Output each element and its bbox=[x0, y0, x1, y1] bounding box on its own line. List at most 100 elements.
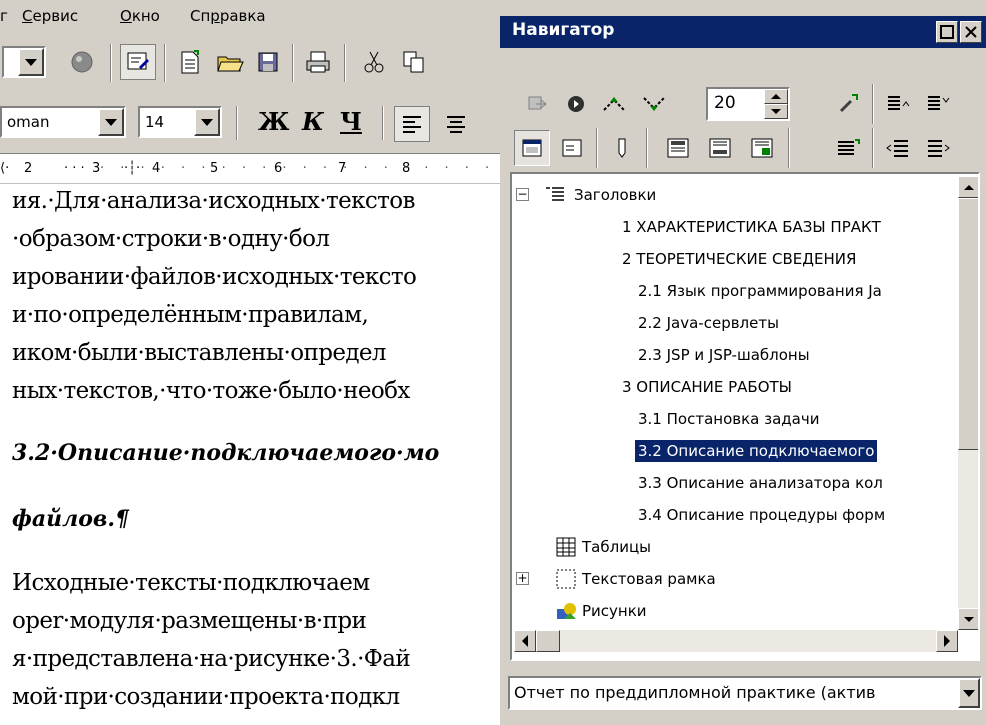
menu-item-window[interactable]: Окно bbox=[120, 7, 160, 25]
heading-levels-spinner[interactable]: 20 bbox=[706, 87, 790, 121]
scroll-left-icon[interactable] bbox=[514, 630, 536, 652]
document-line: и·по·определённым·правилам, bbox=[12, 302, 369, 328]
content-view-icon[interactable] bbox=[514, 130, 550, 166]
promote-level-icon[interactable] bbox=[880, 86, 916, 122]
open-folder-icon[interactable] bbox=[212, 44, 248, 80]
underline-button[interactable]: Ч bbox=[340, 107, 362, 136]
chevron-down-icon[interactable] bbox=[194, 108, 220, 136]
tree-item-label: 2.3 JSP и JSP-шаблоны bbox=[638, 346, 810, 364]
tree-item-heading[interactable]: 2 ТЕОРЕТИЧЕСКИЕ СВЕДЕНИЯ bbox=[622, 246, 856, 272]
save-icon[interactable] bbox=[250, 44, 286, 80]
scrollbar-thumb[interactable] bbox=[536, 630, 560, 652]
scrollbar-thumb[interactable] bbox=[958, 198, 978, 450]
footer-icon[interactable] bbox=[702, 130, 738, 166]
navigator-tree[interactable]: − Заголовки 1 ХАРАКТЕРИСТИКА БАЗЫ ПРАКТ … bbox=[510, 172, 980, 661]
tree-item-label: 1 ХАРАКТЕРИСТИКА БАЗЫ ПРАКТ bbox=[622, 218, 881, 236]
chevron-down-icon[interactable] bbox=[18, 48, 44, 76]
tree-item-label: Текстовая рамка bbox=[582, 570, 716, 588]
outdent-icon[interactable] bbox=[880, 130, 916, 166]
menu-item-service[interactable]: Сервис bbox=[22, 7, 78, 25]
document-page[interactable]: ия.·Для·анализа·исходных·текстов ·образо… bbox=[0, 186, 500, 725]
anchor-endnote-icon[interactable] bbox=[744, 130, 780, 166]
header-icon[interactable] bbox=[660, 130, 696, 166]
navigator-window: Навигатор 20 − Заголовки 1 ХАРАКТЕРИСТИК… bbox=[500, 0, 986, 725]
stop-icon[interactable] bbox=[64, 44, 100, 80]
tree-item-heading[interactable]: 3.4 Описание процедуры форм bbox=[638, 502, 885, 528]
menu-label: ервис bbox=[32, 7, 79, 25]
print-icon[interactable] bbox=[300, 44, 336, 80]
previous-icon[interactable] bbox=[596, 86, 632, 122]
document-line: ировании·файлов·исходных·тексто bbox=[12, 264, 417, 290]
drag-mode-icon[interactable] bbox=[830, 86, 866, 122]
cut-icon[interactable] bbox=[356, 44, 392, 80]
new-document-icon[interactable] bbox=[172, 44, 208, 80]
collapse-icon[interactable]: − bbox=[516, 188, 529, 201]
pictures-icon bbox=[557, 603, 576, 619]
indent-icon[interactable] bbox=[920, 130, 956, 166]
tree-item-heading[interactable]: 3.3 Описание анализатора кол bbox=[638, 470, 883, 496]
toggle-view-icon[interactable] bbox=[520, 86, 556, 122]
tree-item-label: Таблицы bbox=[582, 538, 651, 556]
font-name-select[interactable]: oman bbox=[0, 106, 126, 138]
ruler-tick: 2 bbox=[24, 161, 33, 176]
italic-button[interactable]: К bbox=[302, 107, 324, 136]
spin-down-icon[interactable] bbox=[764, 104, 788, 119]
ruler-marker: ⟨· bbox=[0, 161, 10, 176]
toolbar-separator bbox=[292, 44, 294, 82]
toolbar-separator bbox=[110, 44, 112, 82]
tree-item-label: 2.1 Язык программирования Ja bbox=[638, 282, 882, 300]
close-icon[interactable] bbox=[960, 21, 982, 43]
ruler-tick: · · · bbox=[64, 161, 85, 176]
align-center-icon[interactable] bbox=[438, 106, 474, 142]
document-select[interactable]: Отчет по преддипломной практике (актив bbox=[508, 676, 982, 710]
tree-item-label: Рисунки bbox=[582, 602, 647, 620]
document-line: ных·текстов,·что·тоже·было·необх bbox=[12, 378, 410, 404]
scroll-right-icon[interactable] bbox=[936, 630, 958, 652]
navigator-titlebar[interactable]: Навигатор bbox=[500, 16, 986, 48]
menu-mnemonic: р bbox=[210, 7, 220, 25]
horizontal-scrollbar[interactable] bbox=[514, 630, 958, 652]
toolbar-dropdown[interactable] bbox=[2, 46, 46, 78]
document-line: oper·модуля·размещены·в·при bbox=[12, 608, 367, 634]
navigator-title: Навигатор bbox=[512, 20, 615, 40]
chapter-up-icon[interactable] bbox=[830, 130, 866, 166]
font-size-select[interactable]: 14 bbox=[138, 106, 222, 138]
align-left-icon[interactable] bbox=[394, 106, 430, 142]
spinner-value: 20 bbox=[714, 93, 736, 113]
tree-item-heading[interactable]: 3 ОПИСАНИЕ РАБОТЫ bbox=[622, 374, 792, 400]
document-line: Исходные·тексты·подключаем bbox=[12, 570, 370, 596]
next-icon[interactable] bbox=[636, 86, 672, 122]
tree-item-heading[interactable]: 3.1 Постановка задачи bbox=[638, 406, 819, 432]
list-box-icon[interactable] bbox=[554, 130, 590, 166]
toolbar-separator bbox=[382, 106, 384, 140]
toolbar-separator bbox=[646, 128, 648, 168]
demote-level-icon[interactable] bbox=[920, 86, 956, 122]
tree-item-heading[interactable]: 2.3 JSP и JSP-шаблоны bbox=[638, 342, 810, 368]
chevron-down-icon[interactable] bbox=[98, 108, 124, 136]
menu-item-help[interactable]: Спрравка bbox=[190, 7, 266, 25]
edit-mode-icon[interactable] bbox=[120, 44, 156, 80]
scroll-down-icon[interactable] bbox=[958, 608, 978, 630]
scroll-up-icon[interactable] bbox=[958, 176, 978, 198]
navigation-icon[interactable] bbox=[558, 86, 594, 122]
spin-up-icon[interactable] bbox=[764, 89, 788, 104]
tree-item-heading[interactable]: 2.2 Java-сервлеты bbox=[638, 310, 779, 336]
document-line: мой·при·создании·проекта·подкл bbox=[12, 684, 400, 710]
menu-item-partial[interactable]: г bbox=[0, 7, 8, 25]
chevron-down-icon[interactable] bbox=[958, 678, 980, 708]
section-heading: 3.2·Описание·подключаемого·мо bbox=[12, 440, 440, 466]
expand-icon[interactable]: + bbox=[516, 572, 529, 585]
formatting-toolbar: oman 14 Ж К Ч bbox=[0, 92, 500, 154]
menu-mnemonic: О bbox=[120, 7, 132, 25]
bold-button[interactable]: Ж bbox=[258, 107, 290, 136]
menu-bar: г Сервис Окно Спрравка bbox=[0, 0, 500, 36]
copy-icon[interactable] bbox=[396, 44, 432, 80]
tree-item-heading[interactable]: 1 ХАРАКТЕРИСТИКА БАЗЫ ПРАКТ bbox=[622, 214, 881, 240]
tree-item-label: 3 ОПИСАНИЕ РАБОТЫ bbox=[622, 378, 792, 396]
reminder-icon[interactable] bbox=[604, 130, 640, 166]
tree-item-heading[interactable]: 2.1 Язык программирования Ja bbox=[638, 278, 882, 304]
tree-item-heading-selected[interactable]: 3.2 Описание подключаемого bbox=[635, 438, 878, 464]
maximize-icon[interactable] bbox=[936, 21, 958, 43]
vertical-scrollbar[interactable] bbox=[958, 176, 978, 630]
tree-item-label: 3.1 Постановка задачи bbox=[638, 410, 820, 428]
